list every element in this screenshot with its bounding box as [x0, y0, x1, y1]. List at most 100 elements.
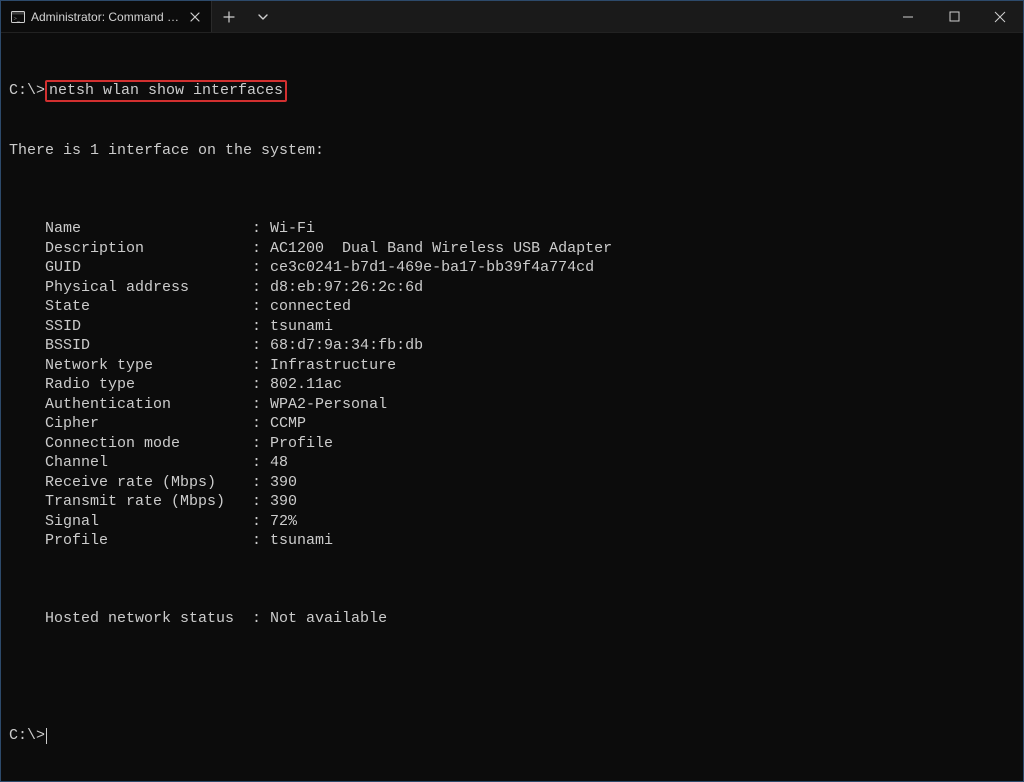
- row-sep: :: [252, 395, 270, 415]
- titlebar-drag-region[interactable]: [280, 1, 885, 32]
- row-key: Network type: [45, 356, 252, 376]
- interface-property-row: Physical address: d8:eb:97:26:2c:6d: [9, 278, 1015, 298]
- row-key: SSID: [45, 317, 252, 337]
- blank-line: [9, 687, 1015, 707]
- tab-title: Administrator: Command Promp: [31, 10, 181, 24]
- minimize-button[interactable]: [885, 1, 931, 32]
- row-sep: :: [252, 317, 270, 337]
- row-value: WPA2-Personal: [270, 396, 387, 413]
- window-controls: [885, 1, 1023, 32]
- row-sep: :: [252, 453, 270, 473]
- row-value: 72%: [270, 513, 297, 530]
- row-key: Receive rate (Mbps): [45, 473, 252, 493]
- row-key: Transmit rate (Mbps): [45, 492, 252, 512]
- row-sep: :: [252, 336, 270, 356]
- svg-text:>_: >_: [14, 16, 21, 22]
- row-sep: :: [252, 297, 270, 317]
- tab-active[interactable]: >_ Administrator: Command Promp: [1, 1, 212, 32]
- row-value: 48: [270, 454, 288, 471]
- cmd-icon: >_: [11, 10, 25, 24]
- row-value: AC1200 Dual Band Wireless USB Adapter: [270, 240, 612, 257]
- titlebar: >_ Administrator: Command Promp: [1, 1, 1023, 33]
- row-value: d8:eb:97:26:2c:6d: [270, 279, 423, 296]
- row-key: Description: [45, 239, 252, 259]
- row-value: tsunami: [270, 318, 333, 335]
- row-value: 68:d7:9a:34:fb:db: [270, 337, 423, 354]
- row-key: Channel: [45, 453, 252, 473]
- close-button[interactable]: [977, 1, 1023, 32]
- row-value: Wi-Fi: [270, 220, 315, 237]
- row-sep: :: [252, 492, 270, 512]
- row-key: Physical address: [45, 278, 252, 298]
- row-value: Profile: [270, 435, 333, 452]
- row-value: CCMP: [270, 415, 306, 432]
- interface-property-row: State: connected: [9, 297, 1015, 317]
- row-sep: :: [252, 414, 270, 434]
- row-value: 390: [270, 474, 297, 491]
- hosted-network-row: Hosted network status: Not available: [9, 609, 1015, 629]
- interface-property-row: Cipher: CCMP: [9, 414, 1015, 434]
- row-key: Signal: [45, 512, 252, 532]
- blank-line: [9, 180, 1015, 200]
- command-highlight: netsh wlan show interfaces: [45, 80, 287, 102]
- row-key: Hosted network status: [45, 609, 252, 629]
- row-key: Authentication: [45, 395, 252, 415]
- row-value: Not available: [270, 610, 387, 627]
- row-sep: :: [252, 434, 270, 454]
- row-key: Connection mode: [45, 434, 252, 454]
- row-sep: :: [252, 258, 270, 278]
- maximize-button[interactable]: [931, 1, 977, 32]
- blank-line: [9, 570, 1015, 590]
- row-sep: :: [252, 239, 270, 259]
- prompt: C:\>: [9, 727, 45, 744]
- row-value: Infrastructure: [270, 357, 396, 374]
- command-text: netsh wlan show interfaces: [49, 82, 283, 99]
- interface-property-row: Name: Wi-Fi: [9, 219, 1015, 239]
- row-key: BSSID: [45, 336, 252, 356]
- prompt: C:\>: [9, 82, 45, 99]
- row-value: 802.11ac: [270, 376, 342, 393]
- blank-line: [9, 61, 1015, 81]
- tab-strip: >_ Administrator: Command Promp: [1, 1, 885, 32]
- row-key: Name: [45, 219, 252, 239]
- interface-property-row: GUID: ce3c0241-b7d1-469e-ba17-bb39f4a774…: [9, 258, 1015, 278]
- row-value: 390: [270, 493, 297, 510]
- row-sep: :: [252, 375, 270, 395]
- interface-property-row: Radio type: 802.11ac: [9, 375, 1015, 395]
- interface-property-row: Connection mode: Profile: [9, 434, 1015, 454]
- row-sep: :: [252, 609, 270, 629]
- interface-property-row: Receive rate (Mbps): 390: [9, 473, 1015, 493]
- row-key: Cipher: [45, 414, 252, 434]
- terminal-output[interactable]: C:\>netsh wlan show interfaces There is …: [1, 33, 1023, 781]
- interface-property-row: Transmit rate (Mbps): 390: [9, 492, 1015, 512]
- intro-line: There is 1 interface on the system:: [9, 141, 1015, 161]
- cursor: [46, 728, 47, 744]
- new-tab-button[interactable]: [212, 1, 246, 32]
- terminal-window: >_ Administrator: Command Promp: [0, 0, 1024, 782]
- interface-property-row: Signal: 72%: [9, 512, 1015, 532]
- tab-close-button[interactable]: [187, 9, 203, 25]
- row-sep: :: [252, 473, 270, 493]
- row-sep: :: [252, 278, 270, 298]
- interface-property-row: Authentication: WPA2-Personal: [9, 395, 1015, 415]
- row-key: Profile: [45, 531, 252, 551]
- row-sep: :: [252, 356, 270, 376]
- row-sep: :: [252, 219, 270, 239]
- row-value: connected: [270, 298, 351, 315]
- interface-property-row: Profile: tsunami: [9, 531, 1015, 551]
- row-key: State: [45, 297, 252, 317]
- interface-properties: Name: Wi-FiDescription: AC1200 Dual Band…: [9, 219, 1015, 551]
- row-sep: :: [252, 531, 270, 551]
- row-key: GUID: [45, 258, 252, 278]
- interface-property-row: Description: AC1200 Dual Band Wireless U…: [9, 239, 1015, 259]
- interface-property-row: SSID: tsunami: [9, 317, 1015, 337]
- row-value: tsunami: [270, 532, 333, 549]
- interface-property-row: Channel: 48: [9, 453, 1015, 473]
- row-sep: :: [252, 512, 270, 532]
- blank-line: [9, 648, 1015, 668]
- row-key: Radio type: [45, 375, 252, 395]
- tab-dropdown-button[interactable]: [246, 1, 280, 32]
- interface-property-row: Network type: Infrastructure: [9, 356, 1015, 376]
- interface-property-row: BSSID: 68:d7:9a:34:fb:db: [9, 336, 1015, 356]
- row-value: ce3c0241-b7d1-469e-ba17-bb39f4a774cd: [270, 259, 594, 276]
